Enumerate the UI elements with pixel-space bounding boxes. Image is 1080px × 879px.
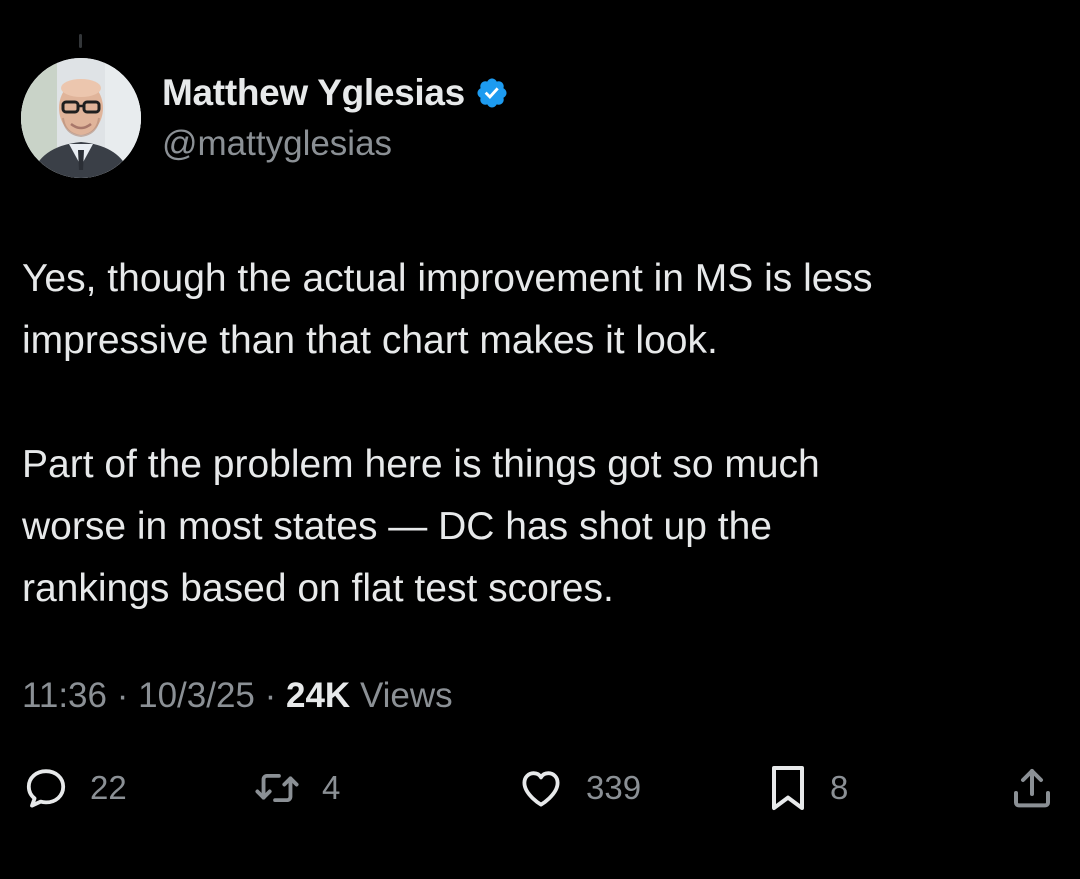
- reply-button[interactable]: 22: [22, 760, 127, 816]
- meta-separator: ·: [107, 676, 139, 715]
- tweet-date[interactable]: 10/3/25: [138, 676, 255, 715]
- avatar[interactable]: [21, 58, 141, 178]
- share-button[interactable]: [1008, 760, 1056, 816]
- tweet-metadata: 11:36 · 10/3/25 · 24K Views: [22, 676, 453, 716]
- author-handle[interactable]: @mattyglesias: [162, 124, 392, 164]
- reply-count: 22: [90, 769, 127, 806]
- tweet-time[interactable]: 11:36: [22, 676, 107, 715]
- bookmark-icon: [766, 763, 810, 813]
- tweet-paragraph: Part of the problem here is things got s…: [22, 443, 820, 610]
- share-icon: [1008, 764, 1056, 812]
- retweet-count: 4: [322, 769, 341, 806]
- action-bar: 22 4 339 8: [0, 760, 1080, 816]
- tweet-paragraph: Yes, though the actual improvement in MS…: [22, 257, 873, 362]
- tweet-text: Yes, though the actual improvement in MS…: [22, 248, 1042, 620]
- bookmark-button[interactable]: 8: [766, 760, 848, 816]
- retweet-button[interactable]: 4: [252, 760, 340, 816]
- reply-icon: [22, 764, 70, 812]
- verified-badge-icon: [475, 76, 509, 110]
- retweet-icon: [252, 764, 302, 812]
- views-count: 24K: [286, 676, 351, 715]
- avatar-photo: [21, 58, 141, 178]
- heart-icon: [516, 764, 566, 812]
- thread-connector-line: [79, 34, 82, 48]
- bookmark-count: 8: [830, 769, 849, 806]
- author-display-name[interactable]: Matthew Yglesias: [162, 72, 465, 114]
- like-count: 339: [586, 769, 642, 806]
- like-button[interactable]: 339: [516, 760, 641, 816]
- author-name-row: Matthew Yglesias: [162, 72, 509, 114]
- meta-separator: ·: [254, 676, 286, 715]
- views-label: Views: [350, 676, 453, 715]
